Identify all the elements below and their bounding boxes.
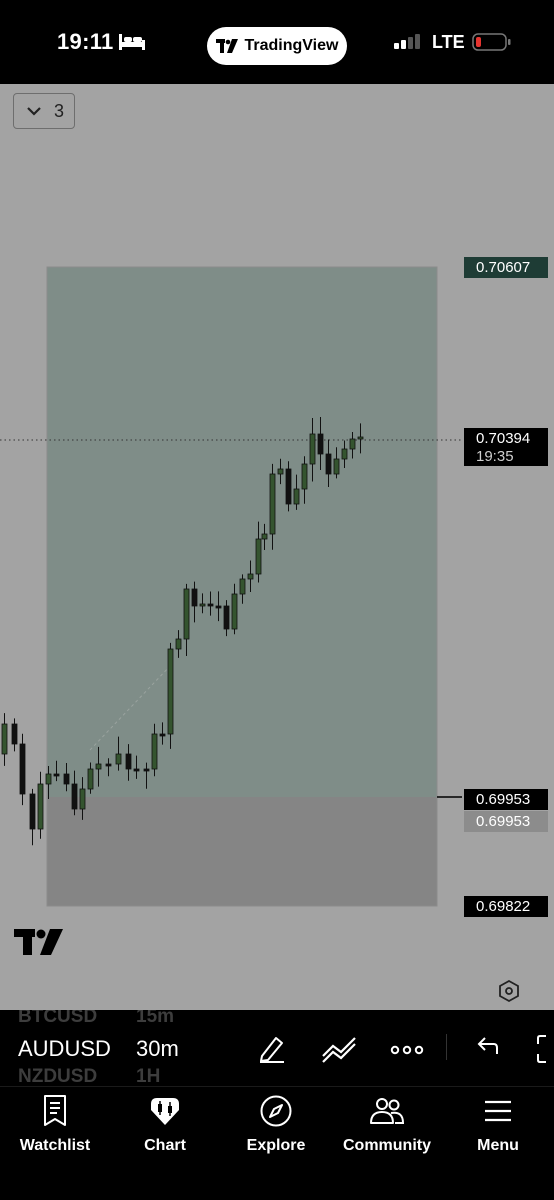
candle-body <box>277 468 284 475</box>
candle-body <box>325 453 332 475</box>
compass-icon <box>259 1093 293 1129</box>
candle-body <box>167 648 174 735</box>
candle-body <box>317 433 324 455</box>
candle-body <box>341 448 348 460</box>
candle-body <box>175 638 182 650</box>
indicators-icon[interactable] <box>321 1034 357 1069</box>
candle-body <box>223 605 230 630</box>
current-price-label: 0.70394 19:35 <box>464 428 548 466</box>
community-icon <box>369 1093 405 1129</box>
candle-body <box>349 438 356 450</box>
layout-count: 3 <box>53 100 64 121</box>
timeframe-prev[interactable]: 15m <box>136 1010 174 1028</box>
candle-body <box>45 773 52 785</box>
nav-chart[interactable]: Chart <box>110 1093 220 1155</box>
candle-body <box>133 768 140 772</box>
candle-body <box>29 793 36 830</box>
entry-price-label-duplicate: 0.69953 <box>464 811 548 832</box>
drawing-pen-icon[interactable] <box>256 1034 288 1069</box>
watchlist-icon <box>41 1093 69 1129</box>
nav-explore-label: Explore <box>246 1137 306 1154</box>
candle-body <box>247 573 254 580</box>
nav-chart-label: Chart <box>144 1137 186 1154</box>
bottom-navigation: Watchlist Chart Explore Community Menu <box>0 1086 554 1200</box>
chart-area[interactable]: 3 0.70607 0.70394 19:35 0.69953 0.69953 … <box>0 84 554 1010</box>
stop-zone[interactable] <box>47 797 437 906</box>
tradingview-watermark-icon <box>14 929 64 960</box>
status-time: 19:11 <box>57 29 114 54</box>
candle-body <box>151 733 158 770</box>
bar-countdown: 19:35 <box>476 448 514 465</box>
candle-body <box>37 783 44 830</box>
nav-community-label: Community <box>343 1137 431 1154</box>
symbol-toolbar: BTCUSD 15m AUDUSD 30m NZDUSD 1H <box>0 1010 554 1086</box>
nav-menu-label: Menu <box>477 1137 519 1154</box>
candle-body <box>19 743 26 795</box>
nav-watchlist-label: Watchlist <box>19 1137 91 1154</box>
candle-body <box>71 783 78 810</box>
candle-body <box>125 753 132 770</box>
candle-body <box>301 463 308 490</box>
candle-body <box>87 768 94 790</box>
app-pill-label: TradingView <box>244 37 339 54</box>
candle-body <box>143 768 150 772</box>
chart-settings-icon[interactable] <box>497 979 521 1008</box>
more-options-icon[interactable] <box>390 1042 424 1060</box>
stop-price-label: 0.69822 <box>464 896 548 917</box>
current-price-value: 0.70394 <box>476 430 531 447</box>
candle-body <box>115 753 122 765</box>
fullscreen-icon[interactable] <box>536 1034 554 1069</box>
menu-icon <box>483 1093 513 1129</box>
candle-body <box>333 458 340 475</box>
symbol-next[interactable]: NZDUSD <box>18 1066 97 1086</box>
layout-selector-button[interactable]: 3 <box>13 93 75 129</box>
candle-body <box>293 488 300 505</box>
candle-body <box>239 578 246 595</box>
candle-body <box>159 733 166 737</box>
nav-explore[interactable]: Explore <box>221 1093 331 1155</box>
battery-low-icon <box>472 32 512 57</box>
candle-body <box>255 538 262 575</box>
price-chart[interactable] <box>0 84 554 1010</box>
toolbar-divider <box>446 1034 447 1060</box>
tradingview-pill[interactable]: TradingView <box>207 27 347 65</box>
timeframe-selector[interactable]: 30m <box>136 1036 179 1062</box>
symbol-selector[interactable]: AUDUSD <box>18 1036 111 1062</box>
candle-body <box>63 773 70 785</box>
signal-icon <box>394 33 424 56</box>
candle-body <box>191 588 198 607</box>
chevron-down-icon <box>27 107 41 116</box>
candle-body <box>269 473 276 535</box>
candle-body <box>11 723 18 745</box>
bed-icon <box>118 31 146 56</box>
tradingview-logo-icon <box>215 39 238 53</box>
candle-body <box>309 433 316 465</box>
candle-body <box>357 436 364 440</box>
candle-body <box>79 788 86 810</box>
chart-tab-icon <box>147 1093 183 1129</box>
candle-body <box>105 763 112 767</box>
nav-menu[interactable]: Menu <box>443 1093 553 1155</box>
timeframe-next[interactable]: 1H <box>136 1066 160 1086</box>
symbol-prev[interactable]: BTCUSD <box>18 1010 97 1028</box>
entry-price-label: 0.69953 <box>464 789 548 810</box>
undo-icon[interactable] <box>474 1034 500 1065</box>
candle-body <box>285 468 292 505</box>
candle-body <box>1 723 8 755</box>
candle-body <box>261 533 268 540</box>
candle-body <box>231 593 238 630</box>
network-label: LTE <box>432 32 465 52</box>
candle-body <box>207 603 214 607</box>
candle-body <box>183 588 190 640</box>
candle-body <box>199 603 206 607</box>
nav-watchlist[interactable]: Watchlist <box>0 1093 110 1155</box>
candle-body <box>53 773 60 777</box>
candle-body <box>215 605 222 609</box>
target-price-label: 0.70607 <box>464 257 548 278</box>
candle-body <box>95 763 102 770</box>
status-bar: 19:11 TradingView LTE <box>0 0 554 84</box>
target-zone[interactable] <box>47 267 437 797</box>
nav-community[interactable]: Community <box>332 1093 442 1155</box>
